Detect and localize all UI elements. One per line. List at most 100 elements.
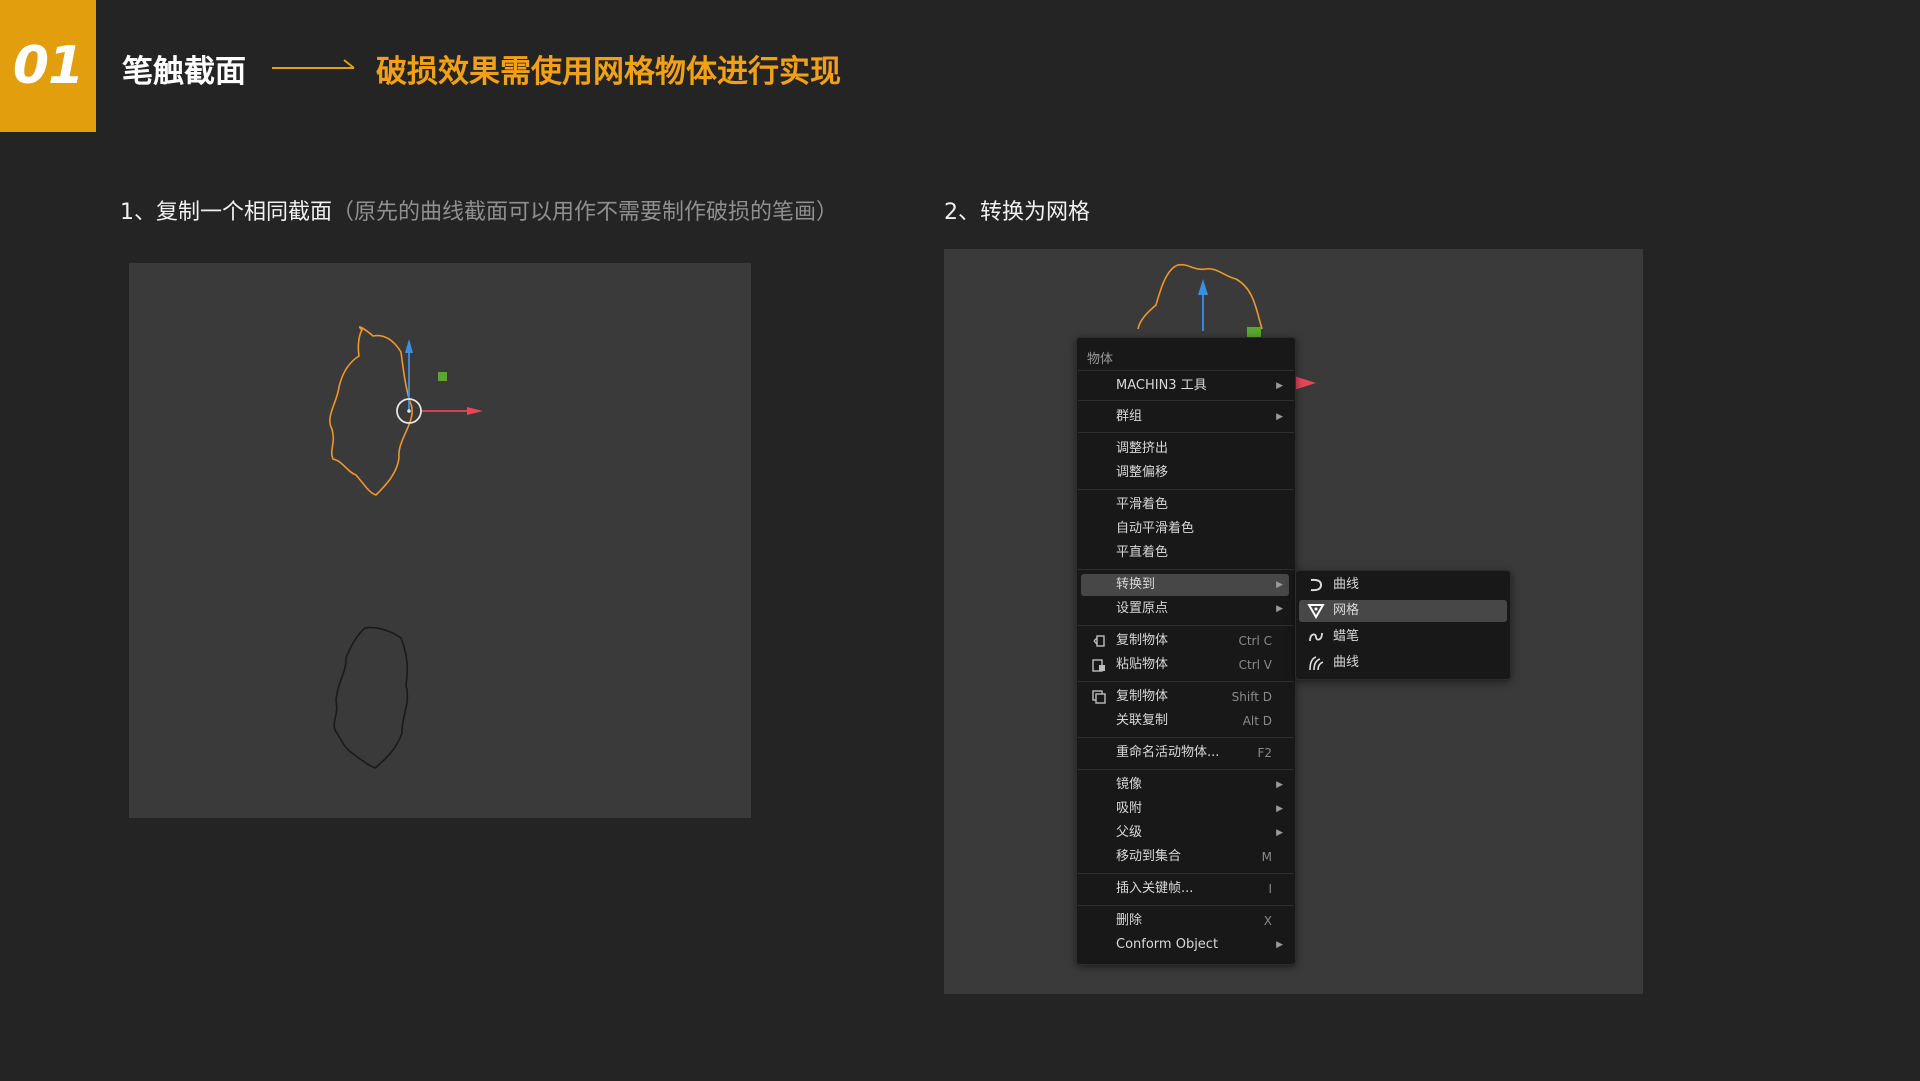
curves-icon <box>1309 656 1324 671</box>
step-1-title: 1、复制一个相同截面（原先的曲线截面可以用作不需要制作破损的笔画） <box>120 194 838 226</box>
menu-item-label: 吸附 <box>1116 801 1143 816</box>
menu-item-label: 复制物体 <box>1116 689 1169 704</box>
menu-item-move-to-collection[interactable]: 移动到集合 M <box>1081 846 1289 868</box>
submenu-arrow-icon: ▶ <box>1276 828 1283 838</box>
menu-item-machin3-tools[interactable]: MACHIN3 工具 ▶ <box>1081 375 1289 397</box>
x-axis-arrow <box>467 407 483 415</box>
x-axis-arrow <box>1294 376 1316 390</box>
step-1-note: （原先的曲线截面可以用作不需要制作破损的笔画） <box>332 200 839 225</box>
menu-item-insert-keyframe[interactable]: 插入关键帧... I <box>1081 878 1289 900</box>
submenu-item-label: 网格 <box>1333 603 1360 618</box>
menu-item-parent[interactable]: 父级 ▶ <box>1081 822 1289 844</box>
menu-item-shortcut: I <box>1268 882 1272 896</box>
menu-item-snap[interactable]: 吸附 ▶ <box>1081 798 1289 820</box>
menu-divider <box>1078 569 1294 570</box>
menu-item-adjust-offset[interactable]: 调整偏移 <box>1081 462 1289 484</box>
menu-item-duplicate-linked[interactable]: 关联复制 Alt D <box>1081 710 1289 732</box>
menu-item-convert-to[interactable]: 转换到 ▶ <box>1081 574 1289 596</box>
submenu-arrow-icon: ▶ <box>1276 804 1283 814</box>
submenu-arrow-icon: ▶ <box>1276 580 1283 590</box>
object-context-menu: 物体 MACHIN3 工具 ▶ 群组 ▶ 调整挤出 调整偏移 平滑着色 自动平滑… <box>1076 337 1296 965</box>
selected-curve-outline <box>1137 263 1263 330</box>
menu-item-conform-object[interactable]: Conform Object ▶ <box>1081 934 1289 956</box>
submenu-item-curve[interactable]: 曲线 <box>1299 574 1507 596</box>
menu-item-mirror[interactable]: 镜像 ▶ <box>1081 774 1289 796</box>
menu-item-rename-active[interactable]: 重命名活动物体... F2 <box>1081 742 1289 764</box>
menu-item-label: MACHIN3 工具 <box>1116 378 1207 393</box>
menu-divider <box>1078 489 1294 490</box>
step-2-title: 2、转换为网格 <box>944 194 1090 226</box>
menu-divider <box>1078 905 1294 906</box>
menu-item-copy-objects[interactable]: 复制物体 Ctrl C <box>1081 630 1289 652</box>
menu-item-set-origin[interactable]: 设置原点 ▶ <box>1081 598 1289 620</box>
menu-divider <box>1078 625 1294 626</box>
menu-item-paste-objects[interactable]: 粘贴物体 Ctrl V <box>1081 654 1289 676</box>
page-subtitle: 破损效果需使用网格物体进行实现 <box>376 54 841 90</box>
submenu-arrow-icon: ▶ <box>1276 604 1283 614</box>
submenu-arrow-icon: ▶ <box>1276 412 1283 422</box>
menu-divider <box>1078 370 1294 371</box>
menu-divider <box>1078 681 1294 682</box>
convert-to-submenu: 曲线 网格 蜡笔 曲线 <box>1295 570 1511 680</box>
submenu-arrow-icon: ▶ <box>1276 780 1283 790</box>
submenu-item-mesh[interactable]: 网格 <box>1299 600 1507 622</box>
copy-icon <box>1093 635 1105 647</box>
green-handle <box>1247 327 1261 337</box>
menu-item-label: 平直着色 <box>1116 545 1169 560</box>
menu-item-label: 粘贴物体 <box>1116 657 1169 672</box>
menu-item-shortcut: X <box>1263 914 1272 928</box>
menu-item-shortcut: Shift D <box>1231 690 1272 704</box>
step-1-main: 1、复制一个相同截面 <box>120 200 332 225</box>
menu-item-duplicate-objects[interactable]: 复制物体 Shift D <box>1081 686 1289 708</box>
menu-item-shortcut: Ctrl C <box>1238 634 1272 648</box>
submenu-item-label: 曲线 <box>1333 655 1360 670</box>
menu-item-shade-auto-smooth[interactable]: 自动平滑着色 <box>1081 518 1289 540</box>
step-2-main: 2、转换为网格 <box>944 200 1090 225</box>
menu-divider <box>1078 873 1294 874</box>
menu-divider <box>1078 737 1294 738</box>
menu-item-label: 调整挤出 <box>1116 441 1169 456</box>
section-number-badge: 01 <box>0 0 96 132</box>
origin-dot <box>407 409 411 413</box>
menu-item-shade-flat[interactable]: 平直着色 <box>1081 542 1289 564</box>
submenu-arrow-icon: ▶ <box>1276 381 1283 391</box>
menu-item-label: 插入关键帧... <box>1116 881 1194 896</box>
menu-item-shortcut: Alt D <box>1242 714 1272 728</box>
menu-item-label: 转换到 <box>1116 577 1156 592</box>
menu-item-adjust-extrude[interactable]: 调整挤出 <box>1081 438 1289 460</box>
menu-divider <box>1078 400 1294 401</box>
menu-item-label: 镜像 <box>1116 777 1143 792</box>
curve-icon <box>1310 578 1323 592</box>
menu-item-label: 关联复制 <box>1116 713 1169 728</box>
menu-item-shortcut: M <box>1261 850 1272 864</box>
duplicate-icon <box>1092 690 1106 704</box>
menu-item-label: 复制物体 <box>1116 633 1169 648</box>
menu-item-label: 群组 <box>1116 409 1143 424</box>
submenu-item-grease-pencil[interactable]: 蜡笔 <box>1299 626 1507 648</box>
section-number: 01 <box>12 36 84 96</box>
submenu-item-curves[interactable]: 曲线 <box>1299 652 1507 674</box>
menu-item-label: 移动到集合 <box>1116 849 1182 864</box>
menu-item-label: 自动平滑着色 <box>1116 521 1195 536</box>
menu-item-label: 重命名活动物体... <box>1116 745 1220 760</box>
mesh-icon <box>1307 604 1325 619</box>
menu-title: 物体 <box>1087 352 1114 367</box>
menu-item-delete[interactable]: 删除 X <box>1081 910 1289 932</box>
grease-pencil-icon <box>1309 632 1323 642</box>
viewport-step-1[interactable] <box>129 263 751 818</box>
menu-item-label: 父级 <box>1116 825 1143 840</box>
menu-item-label: 设置原点 <box>1116 601 1169 616</box>
menu-item-shade-smooth[interactable]: 平滑着色 <box>1081 494 1289 516</box>
menu-item-label: 调整偏移 <box>1116 465 1169 480</box>
y-axis-arrow <box>405 339 413 353</box>
duplicate-curve-outline <box>333 626 409 769</box>
menu-item-group[interactable]: 群组 ▶ <box>1081 406 1289 428</box>
submenu-arrow-icon: ▶ <box>1276 940 1283 950</box>
menu-item-shortcut: Ctrl V <box>1238 658 1272 672</box>
arrow-right-icon <box>272 59 355 69</box>
menu-item-label: Conform Object <box>1116 937 1219 952</box>
page-title: 笔触截面 <box>122 54 246 90</box>
y-axis-arrow <box>1198 279 1208 295</box>
menu-item-shortcut: F2 <box>1257 746 1272 760</box>
submenu-item-label: 曲线 <box>1333 577 1360 592</box>
